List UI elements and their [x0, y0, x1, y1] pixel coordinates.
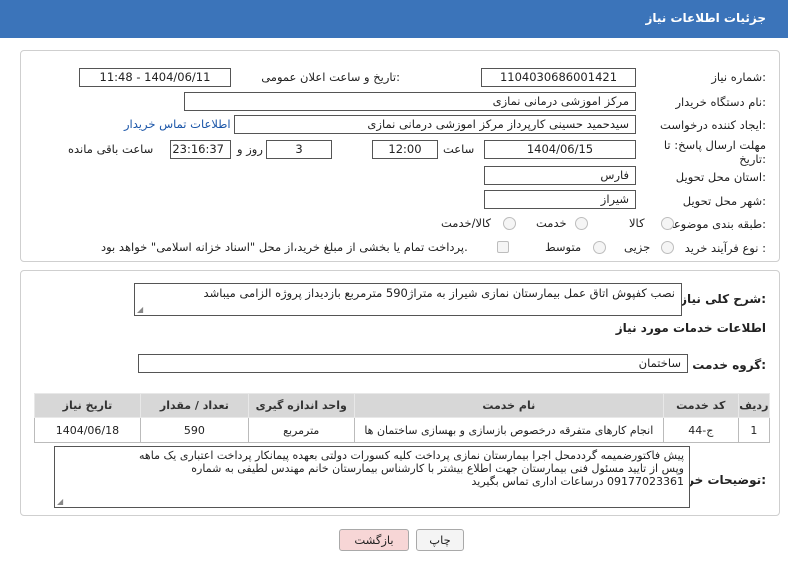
purchase-radio-medium[interactable]: [593, 241, 606, 254]
deadline-days-label: روز و: [237, 142, 263, 156]
need-number-field: 1104030686001421: [481, 68, 636, 87]
remaining-time-label: ساعت باقی مانده: [68, 142, 154, 156]
buyer-org-label: نام دستگاه خریدار:: [675, 95, 766, 109]
resize-handle-icon[interactable]: ◢: [57, 498, 63, 506]
category-label: طبقه بندی موضوعی:: [664, 217, 766, 231]
purchase-radio-partial[interactable]: [661, 241, 674, 254]
province-field: فارس: [484, 166, 636, 185]
col-header-unit: واحد اندازه گیری: [247, 393, 355, 418]
col-header-quantity: تعداد / مقدار: [139, 393, 249, 418]
requester-label: ایجاد کننده درخواست:: [660, 118, 766, 132]
deadline-time-label: ساعت: [443, 142, 475, 156]
treasury-note: پرداخت تمام یا بخشی از مبلغ خرید،از محل …: [101, 240, 468, 254]
service-group-field: ساختمان: [138, 354, 688, 373]
purchase-type-label: نوع فرآیند خرید :: [684, 241, 766, 255]
treasury-checkbox[interactable]: [497, 241, 509, 253]
purchase-option-partial: جزیی: [624, 240, 651, 254]
buyer-contact-link[interactable]: اطلاعات تماس خریدار: [124, 117, 231, 131]
requester-field: سیدحمید حسینی کارپرداز مرکز اموزشی درمان…: [234, 115, 636, 134]
col-header-need-date: تاریخ نیاز: [34, 393, 141, 418]
category-option-goods: کالا: [629, 216, 645, 230]
cell-service-code: ج-44: [662, 417, 739, 443]
cell-row-number: 1: [737, 417, 771, 443]
col-header-service-code: کد خدمت: [662, 393, 739, 418]
table-header-row: ردیف کد خدمت نام خدمت واحد اندازه گیری ت…: [34, 393, 771, 418]
city-label: شهر محل تحویل:: [682, 194, 766, 208]
deadline-date-field: 1404/06/15: [484, 140, 636, 159]
buyer-notes-line-1: پیش فاکتورضمیمه گرددمحل اجرا بیمارستان ن…: [139, 449, 684, 462]
deadline-label-line1: مهلت ارسال پاسخ: تا: [663, 138, 766, 152]
page-header: جزئیات اطلاعات نیاز: [0, 0, 788, 38]
resize-handle-icon[interactable]: ◢: [137, 306, 143, 314]
announce-datetime-label: تاریخ و ساعت اعلان عمومی:: [261, 70, 400, 84]
page-title: جزئیات اطلاعات نیاز: [645, 11, 766, 25]
cell-service-name: انجام کارهای متفرقه درخصوص بازسازی و بهس…: [353, 417, 664, 443]
category-radio-goods-service[interactable]: [503, 217, 516, 230]
province-label: استان محل تحویل:: [675, 170, 766, 184]
service-group-label: گروه خدمت:: [692, 358, 766, 372]
cell-unit: مترمربع: [247, 417, 355, 443]
back-button[interactable]: بازگشت: [339, 529, 409, 551]
col-header-service-name: نام خدمت: [353, 393, 664, 418]
cell-need-date: 1404/06/18: [34, 417, 141, 443]
purchase-option-medium: متوسط: [545, 240, 582, 254]
category-radio-service[interactable]: [575, 217, 588, 230]
col-header-row-number: ردیف: [737, 393, 771, 418]
category-radio-goods[interactable]: [661, 217, 674, 230]
need-number-label: شماره نیاز:: [711, 70, 766, 84]
table-row: 1 ج-44 انجام کارهای متفرقه درخصوص بازساز…: [34, 417, 771, 443]
buyer-notes-textarea[interactable]: پیش فاکتورضمیمه گرددمحل اجرا بیمارستان ن…: [54, 446, 690, 508]
cell-quantity: 590: [139, 417, 249, 443]
deadline-days-field: 3: [266, 140, 332, 159]
deadline-label-line2: تاریخ:: [739, 152, 766, 166]
services-section-title: اطلاعات خدمات مورد نیاز: [615, 321, 766, 335]
category-option-service: خدمت: [536, 216, 567, 230]
general-desc-textarea[interactable]: نصب کفپوش اتاق عمل بیمارستان نمازی شیراز…: [134, 283, 682, 316]
deadline-time-field: 12:00: [372, 140, 438, 159]
buyer-org-field: مرکز اموزشی درمانی نمازی: [184, 92, 636, 111]
buyer-notes-line-2: وپس از تایید مسئول فنی بیمارستان جهت اطل…: [191, 462, 684, 475]
print-button[interactable]: چاپ: [416, 529, 464, 551]
category-option-goods-service: کالا/خدمت: [441, 216, 492, 230]
buyer-notes-line-3: 09177023361 درساعات اداری تماس بگیرید: [471, 475, 684, 488]
announce-datetime-field: 1404/06/11 - 11:48: [79, 68, 231, 87]
general-desc-text: نصب کفپوش اتاق عمل بیمارستان نمازی شیراز…: [203, 286, 675, 300]
city-field: شیراز: [484, 190, 636, 209]
general-desc-label: شرح کلی نیاز:: [680, 292, 766, 306]
services-table: ردیف کد خدمت نام خدمت واحد اندازه گیری ت…: [34, 393, 771, 443]
remaining-time-field: 23:16:37: [170, 140, 231, 159]
